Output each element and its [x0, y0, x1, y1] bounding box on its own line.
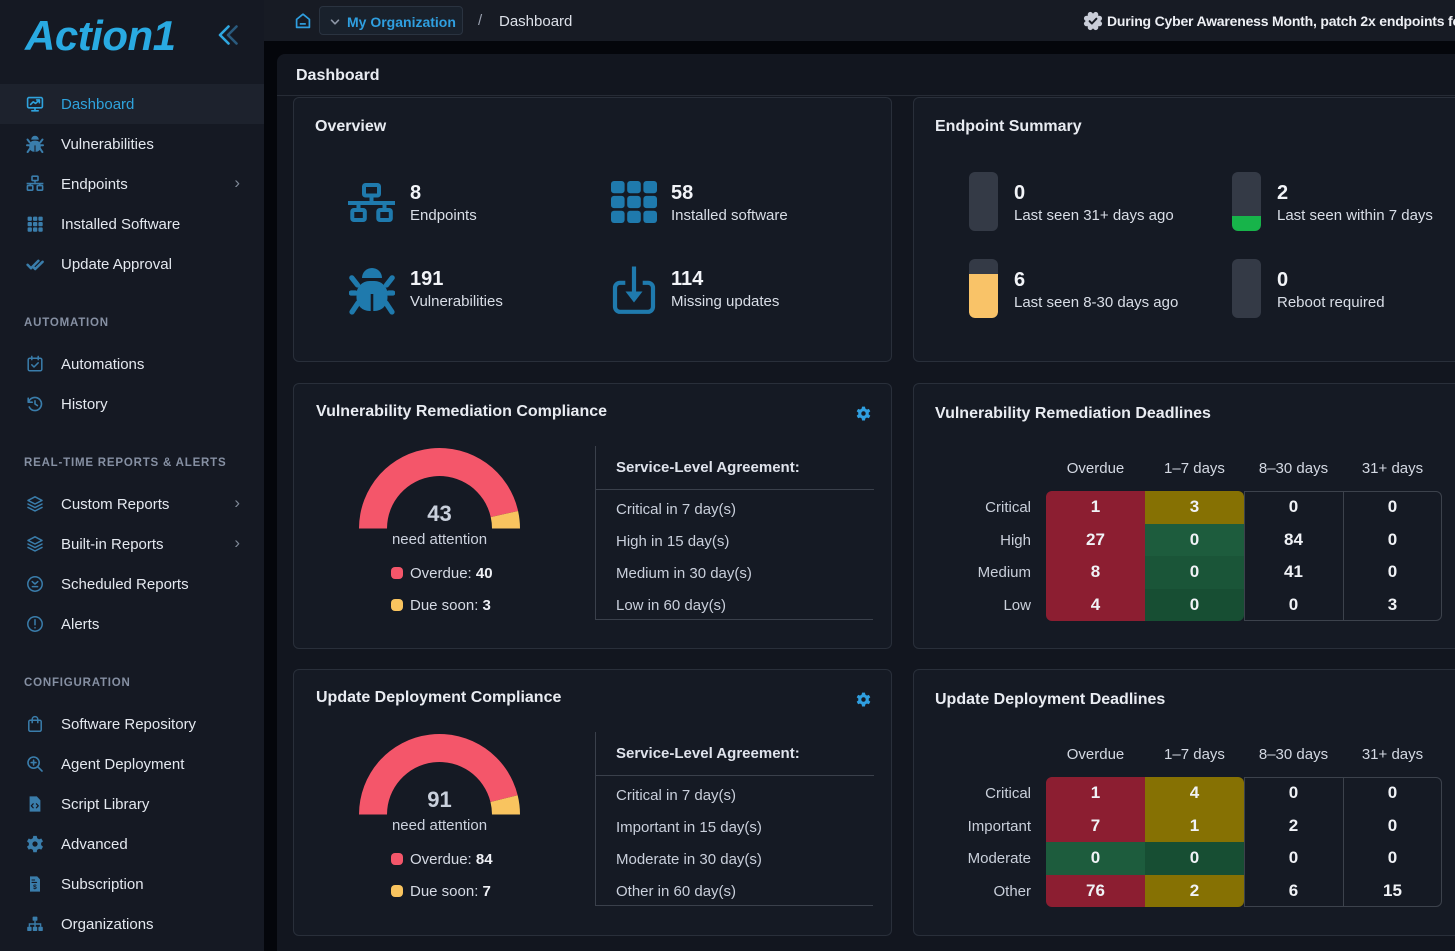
svg-text:$: $ — [33, 884, 37, 891]
